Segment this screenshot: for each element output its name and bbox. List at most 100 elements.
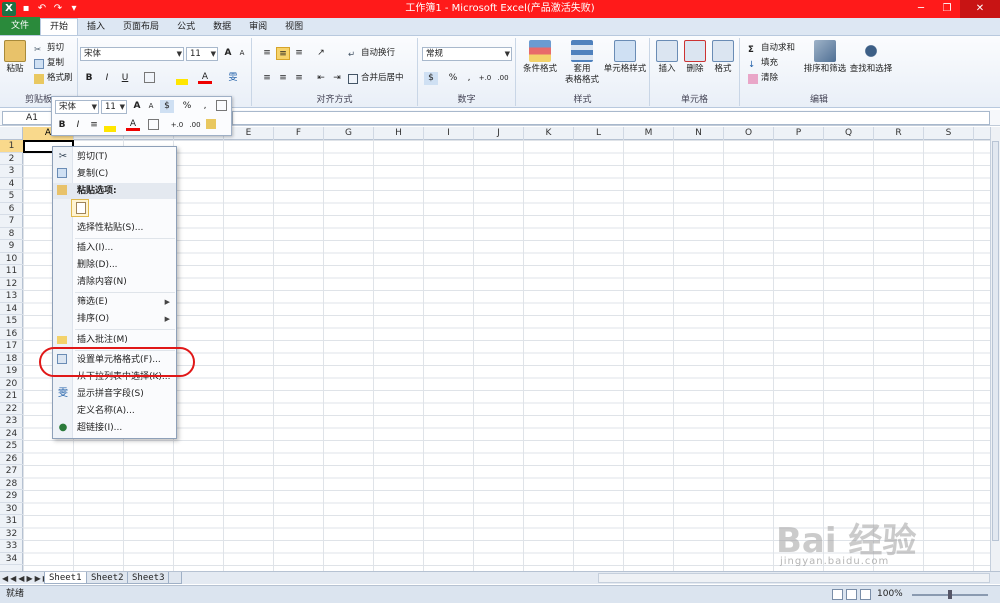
increase-indent-icon[interactable]: ⇥ bbox=[330, 72, 344, 85]
page-break-view-icon[interactable] bbox=[860, 589, 871, 600]
row-header[interactable]: 33 bbox=[0, 540, 23, 553]
format-as-table-button[interactable]: 套用 表格格式 bbox=[562, 40, 602, 86]
tab-data[interactable]: 数据 bbox=[204, 19, 240, 35]
mini-format-painter-icon[interactable] bbox=[206, 119, 216, 129]
mini-font-combo[interactable]: 宋体 ▼ bbox=[55, 100, 99, 114]
row-header[interactable]: 9 bbox=[0, 240, 23, 253]
select-all-corner[interactable] bbox=[0, 127, 23, 140]
conditional-format-button[interactable]: 条件格式 bbox=[520, 40, 560, 75]
row-header[interactable]: 8 bbox=[0, 228, 23, 240]
mini-decrease-decimal-icon[interactable]: .00 bbox=[188, 119, 202, 132]
phonetic-button[interactable]: 雯 bbox=[226, 72, 240, 85]
align-right-icon[interactable]: ≡ bbox=[292, 72, 306, 85]
delete-cells-button[interactable]: 删除 bbox=[682, 40, 708, 75]
font-name-combo[interactable]: 宋体 ▼ bbox=[80, 47, 184, 61]
percent-button[interactable]: % bbox=[446, 72, 460, 85]
row-header[interactable]: 7 bbox=[0, 215, 23, 228]
align-top-icon[interactable]: ≡ bbox=[260, 47, 274, 60]
column-header[interactable]: F bbox=[274, 127, 324, 140]
shrink-font-button[interactable]: A bbox=[235, 47, 249, 60]
row-header[interactable]: 17 bbox=[0, 340, 23, 353]
mini-bold-button[interactable]: B bbox=[55, 119, 69, 132]
row-header[interactable]: 28 bbox=[0, 478, 23, 490]
mini-size-combo[interactable]: 11 ▼ bbox=[101, 100, 127, 114]
row-header[interactable]: 20 bbox=[0, 378, 23, 390]
row-header[interactable]: 25 bbox=[0, 440, 23, 453]
mini-comma-button[interactable]: , bbox=[198, 100, 212, 113]
row-header[interactable]: 4 bbox=[0, 178, 23, 190]
row-header[interactable]: 11 bbox=[0, 265, 23, 278]
sheet-tab-2[interactable]: Sheet2 bbox=[86, 572, 129, 584]
mini-fill-color-icon[interactable] bbox=[104, 126, 116, 132]
row-header[interactable]: 3 bbox=[0, 165, 23, 178]
row-header[interactable]: 31 bbox=[0, 515, 23, 528]
cut-button[interactable]: ✂ 剪切 bbox=[34, 42, 64, 55]
fill-button[interactable]: ↓ 填充 bbox=[748, 57, 778, 70]
vertical-scroll-thumb[interactable] bbox=[992, 141, 999, 541]
row-header[interactable]: 18 bbox=[0, 353, 23, 365]
align-middle-icon[interactable]: ≡ bbox=[276, 47, 290, 60]
row-header[interactable]: 16 bbox=[0, 328, 23, 340]
tab-review[interactable]: 审阅 bbox=[240, 19, 276, 35]
column-header[interactable]: J bbox=[474, 127, 524, 140]
maximize-button[interactable]: ❐ bbox=[934, 0, 960, 18]
mini-increase-decimal-icon[interactable]: +.0 bbox=[170, 119, 184, 132]
row-header[interactable]: 21 bbox=[0, 390, 23, 403]
mini-merge-icon[interactable] bbox=[216, 100, 227, 111]
mini-italic-button[interactable]: I bbox=[71, 119, 85, 132]
page-layout-view-icon[interactable] bbox=[846, 589, 857, 600]
row-header[interactable]: 14 bbox=[0, 303, 23, 315]
tab-insert[interactable]: 插入 bbox=[78, 19, 114, 35]
italic-button[interactable]: I bbox=[100, 72, 114, 85]
row-header[interactable]: 19 bbox=[0, 365, 23, 378]
row-header[interactable]: 2 bbox=[0, 153, 23, 165]
bold-button[interactable]: B bbox=[82, 72, 96, 85]
insert-cells-button[interactable]: 插入 bbox=[654, 40, 680, 75]
mini-font-color-icon[interactable]: A bbox=[126, 119, 140, 131]
menu-item-insert-comment[interactable]: 插入批注(M) bbox=[53, 332, 176, 348]
increase-decimal-icon[interactable]: +.0 bbox=[478, 72, 492, 85]
column-header[interactable]: H bbox=[374, 127, 424, 140]
column-header[interactable]: S bbox=[924, 127, 974, 140]
row-header[interactable]: 15 bbox=[0, 315, 23, 328]
menu-item-sort[interactable]: 排序(O) ▶ bbox=[53, 311, 176, 327]
paste-option-button[interactable] bbox=[71, 199, 89, 217]
fill-color-icon[interactable] bbox=[176, 79, 188, 85]
insert-sheet-icon[interactable] bbox=[168, 572, 182, 584]
column-header[interactable]: O bbox=[724, 127, 774, 140]
row-header[interactable]: 30 bbox=[0, 503, 23, 515]
mini-shrink-font-icon[interactable]: A bbox=[144, 100, 158, 113]
row-header[interactable]: 24 bbox=[0, 428, 23, 440]
sheet-tab-1[interactable]: Sheet1 bbox=[44, 572, 87, 584]
zoom-slider-knob[interactable] bbox=[948, 590, 952, 599]
tab-formulas[interactable]: 公式 bbox=[168, 19, 204, 35]
customize-qat-icon[interactable]: ▾ bbox=[68, 3, 80, 15]
number-format-combo[interactable]: 常规 ▼ bbox=[422, 47, 512, 61]
formula-input[interactable] bbox=[232, 111, 990, 125]
undo-icon[interactable]: ↶ bbox=[36, 3, 48, 15]
grow-font-button[interactable]: A bbox=[221, 47, 235, 60]
menu-item-insert[interactable]: 插入(I)... bbox=[53, 240, 176, 256]
sort-filter-button[interactable]: 排序和筛选 bbox=[802, 40, 848, 75]
row-header[interactable]: 32 bbox=[0, 528, 23, 540]
menu-item-delete[interactable]: 删除(D)... bbox=[53, 257, 176, 273]
column-header[interactable]: K bbox=[524, 127, 574, 140]
row-header[interactable]: 1 bbox=[0, 140, 23, 153]
menu-item-paste-special[interactable]: 选择性粘贴(S)... bbox=[53, 220, 176, 236]
column-header[interactable]: N bbox=[674, 127, 724, 140]
align-bottom-icon[interactable]: ≡ bbox=[292, 47, 306, 60]
mini-grow-font-icon[interactable]: A bbox=[130, 100, 144, 113]
menu-item-hyperlink[interactable]: ● 超链接(I)... bbox=[53, 420, 176, 436]
borders-icon[interactable] bbox=[144, 72, 155, 83]
row-header[interactable]: 26 bbox=[0, 453, 23, 465]
merge-center-button[interactable]: 合并后居中 bbox=[348, 72, 404, 85]
row-header[interactable]: 22 bbox=[0, 403, 23, 415]
underline-button[interactable]: U bbox=[118, 72, 132, 85]
row-header[interactable]: 34 bbox=[0, 553, 23, 565]
decrease-indent-icon[interactable]: ⇤ bbox=[314, 72, 328, 85]
tab-page-layout[interactable]: 页面布局 bbox=[114, 19, 168, 35]
comma-button[interactable]: , bbox=[462, 72, 476, 85]
paste-button[interactable]: 粘贴 bbox=[4, 40, 26, 75]
orientation-icon[interactable]: ↗ bbox=[314, 47, 328, 60]
menu-item-cut[interactable]: ✂ 剪切(T) bbox=[53, 149, 176, 165]
